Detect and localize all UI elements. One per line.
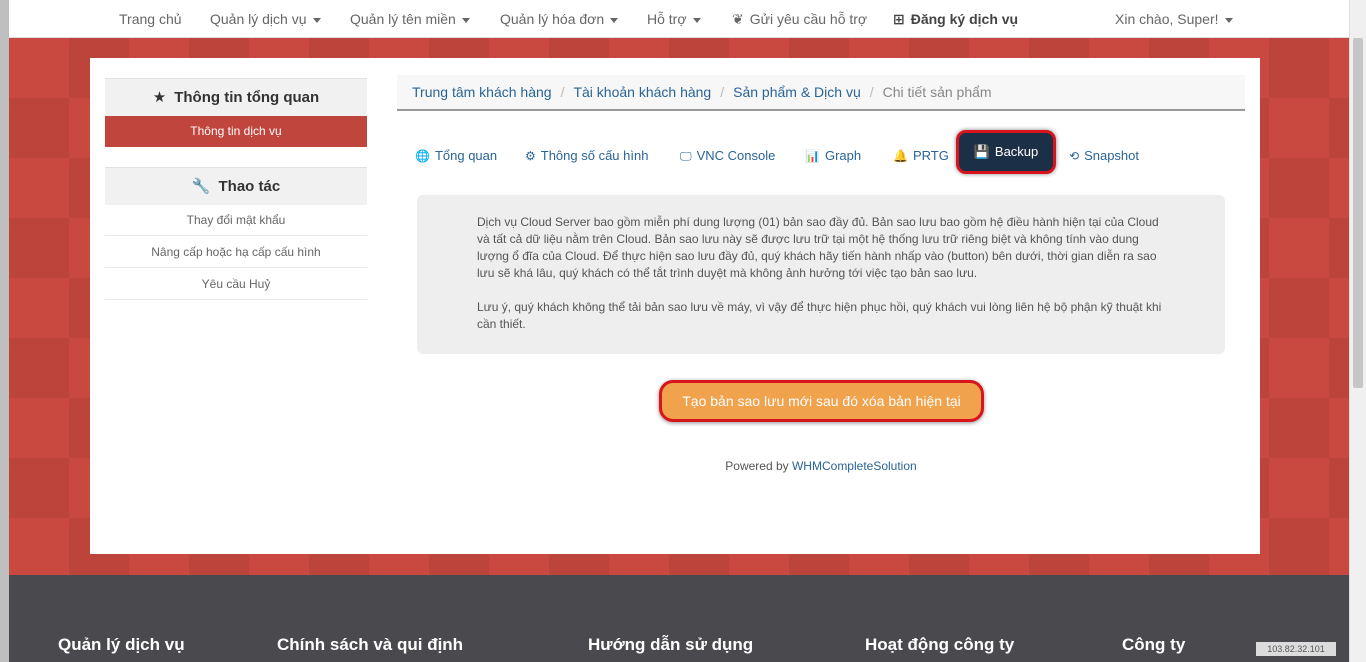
nav-register[interactable]: ⊞ Đăng ký dịch vụ: [893, 11, 1018, 28]
tab-snapshot[interactable]: ⟲ Snapshot: [1069, 148, 1139, 163]
nav-domains-label: Quản lý tên miền: [350, 11, 456, 27]
nav-user-menu[interactable]: Xin chào, Super!: [1115, 11, 1233, 27]
backup-info-paragraph: Dịch vụ Cloud Server bao gồm miễn phí du…: [477, 215, 1159, 280]
tab-prtg[interactable]: 🔔 PRTG: [893, 148, 949, 163]
nav-invoices[interactable]: Quản lý hóa đơn: [500, 11, 619, 27]
star-icon: ★: [152, 89, 167, 106]
nav-home[interactable]: Trang chủ: [119, 11, 182, 27]
chevron-down-icon: [1224, 17, 1233, 23]
chevron-down-icon: [312, 17, 321, 23]
nav-support[interactable]: Hỗ trợ: [647, 11, 701, 27]
nav-invoices-label: Quản lý hóa đơn: [500, 11, 605, 27]
breadcrumb-separator: /: [869, 84, 874, 100]
actions-panel-header: 🔧 Thao tác: [105, 167, 367, 205]
ip-badge: 103.82.32.101: [1256, 642, 1336, 656]
overview-panel-header: ★ Thông tin tổng quan: [105, 78, 367, 116]
nav-services-label: Quản lý dịch vụ: [210, 11, 307, 27]
user-greeting: Xin chào, Super!: [1115, 11, 1219, 27]
browser-viewport: Trang chủ Quản lý dịch vụ Quản lý tên mi…: [9, 0, 1349, 662]
wrench-icon: 🔧: [191, 178, 211, 195]
powered-by-link[interactable]: WHMCompleteSolution: [792, 459, 917, 473]
nav-support-label: Hỗ trợ: [647, 11, 687, 27]
breadcrumb-account[interactable]: Tài khoản khách hàng: [573, 84, 711, 100]
footer-heading-guides: Hướng dẫn sử dụng: [588, 635, 754, 654]
overview-title: Thông tin tổng quan: [174, 89, 320, 106]
nav-ticket-label: Gửi yêu cầu hỗ trợ: [749, 11, 868, 27]
nav-register-label: Đăng ký dịch vụ: [910, 11, 1019, 27]
backup-note-paragraph: Lưu ý, quý khách không thể tải bản sao l…: [477, 300, 1162, 331]
monitor-icon: 🖵: [680, 149, 692, 163]
tab-overview[interactable]: 🌐 Tổng quan: [415, 148, 497, 163]
footer-heading-services: Quản lý dịch vụ: [58, 635, 185, 654]
bell-icon: 🔔: [893, 149, 908, 163]
sidebar-item-change-password[interactable]: Thay đổi mật khẩu: [105, 204, 367, 236]
tab-overview-label: Tổng quan: [434, 148, 498, 163]
breadcrumb-client-area[interactable]: Trung tâm khách hàng: [412, 84, 552, 100]
footer-heading-policies: Chính sách và qui định: [277, 635, 464, 654]
history-icon: ⟲: [1069, 149, 1080, 163]
backup-info-box: Dịch vụ Cloud Server bao gồm miễn phí du…: [417, 195, 1225, 354]
tab-graph-label: Graph: [824, 148, 862, 163]
footer-heading-activities: Hoạt động công ty: [865, 635, 1015, 654]
cogs-icon: ⚙: [525, 149, 536, 163]
chevron-down-icon: [692, 17, 701, 23]
vertical-scrollbar[interactable]: [1349, 0, 1366, 662]
sidebar-item-cancel[interactable]: Yêu cầu Huỷ: [105, 268, 367, 300]
tab-backup-label: Backup: [994, 144, 1039, 159]
tag-icon: ❦: [732, 11, 744, 27]
tab-config-label: Thông số cấu hình: [540, 148, 649, 163]
nav-ticket[interactable]: ❦ Gửi yêu cầu hỗ trợ: [732, 11, 867, 28]
nav-services[interactable]: Quản lý dịch vụ: [210, 11, 321, 27]
powered-by: Powered by WHMCompleteSolution: [90, 459, 1349, 473]
tab-config[interactable]: ⚙ Thông số cấu hình: [525, 148, 648, 163]
nav-domains[interactable]: Quản lý tên miền: [350, 11, 470, 27]
breadcrumb-products[interactable]: Sản phẩm & Dịch vụ: [733, 84, 861, 100]
bar-chart-icon: 📊: [805, 149, 820, 163]
tab-backup[interactable]: 💾 Backup: [956, 130, 1056, 174]
plus-square-icon: ⊞: [893, 11, 905, 27]
powered-by-prefix: Powered by: [725, 459, 792, 473]
breadcrumb-separator: /: [560, 84, 565, 100]
create-backup-button[interactable]: Tạo bản sao lưu mới sau đó xóa bản hiện …: [659, 380, 984, 422]
breadcrumb-current: Chi tiết sản phẩm: [882, 84, 992, 100]
footer-heading-company: Công ty: [1122, 635, 1186, 654]
sidebar-item-upgrade[interactable]: Nâng cấp hoặc hạ cấp cấu hình: [105, 236, 367, 268]
chevron-down-icon: [461, 17, 470, 23]
tab-snapshot-label: Snapshot: [1084, 148, 1139, 163]
globe-icon: 🌐: [415, 149, 430, 163]
main-card: ★ Thông tin tổng quan Thông tin dịch vụ 🔧…: [90, 58, 1260, 554]
chevron-down-icon: [610, 17, 619, 23]
top-navigation: Trang chủ Quản lý dịch vụ Quản lý tên mi…: [9, 0, 1349, 38]
breadcrumb-separator: /: [720, 84, 725, 100]
scrollbar-thumb[interactable]: [1353, 38, 1363, 388]
tab-prtg-label: PRTG: [912, 148, 949, 163]
actions-title: Thao tác: [218, 178, 281, 195]
tab-graph[interactable]: 📊 Graph: [805, 148, 861, 163]
footer: Quản lý dịch vụ Chính sách và qui định H…: [9, 575, 1349, 662]
tab-vnc-console[interactable]: 🖵 VNC Console: [680, 148, 775, 164]
tab-vnc-console-label: VNC Console: [696, 148, 776, 163]
floppy-disk-icon: 💾: [973, 144, 990, 159]
sidebar-item-service-info[interactable]: Thông tin dịch vụ: [105, 116, 367, 147]
breadcrumb: Trung tâm khách hàng / Tài khoản khách hàn…: [397, 75, 1245, 111]
